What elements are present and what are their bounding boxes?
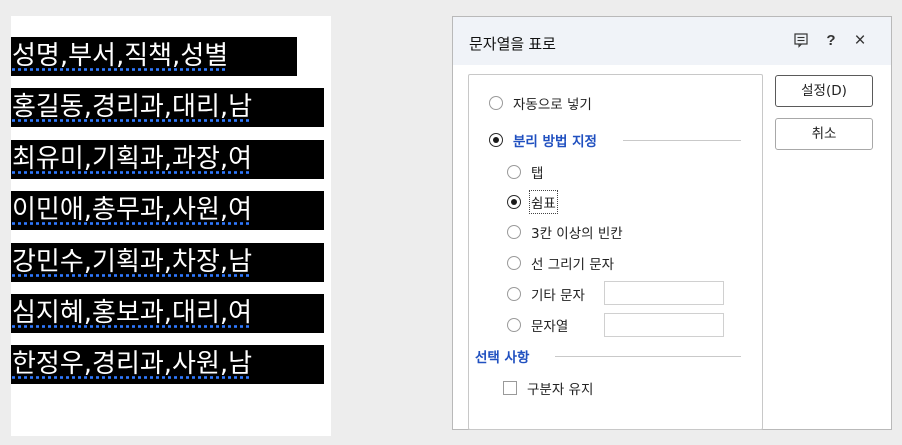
string-input[interactable]: [604, 313, 724, 337]
other-char-radio[interactable]: [507, 287, 521, 301]
tab-radio[interactable]: [507, 165, 521, 179]
document-line[interactable]: 심지혜,홍보과,대리,여: [11, 294, 324, 333]
other-char-option[interactable]: 기타 문자: [507, 284, 585, 304]
string-option[interactable]: 문자열: [507, 315, 568, 335]
spaces-radio[interactable]: [507, 225, 521, 239]
memo-icon[interactable]: [792, 32, 810, 50]
other-char-input[interactable]: [604, 281, 724, 305]
document-line-text: 홍길동,경리과,대리,남: [12, 92, 253, 122]
dialog-titlebar: 문자열을 표로 ? ×: [453, 17, 891, 65]
line-char-radio[interactable]: [507, 256, 521, 270]
document-line[interactable]: 성명,부서,직책,성별: [11, 37, 297, 76]
choices-section-header: 선택 사항: [475, 346, 529, 366]
auto-fill-label: 자동으로 넣기: [513, 97, 592, 113]
cancel-button[interactable]: 취소: [775, 118, 873, 150]
choices-section-label: 선택 사항: [475, 350, 530, 366]
document-line-text: 한정우,경리과,사원,남: [12, 349, 253, 379]
separator-section-label: 분리 방법 지정: [513, 134, 597, 150]
auto-fill-option[interactable]: 자동으로 넣기: [489, 93, 592, 113]
spaces-option[interactable]: 3칸 이상의 빈칸: [507, 222, 623, 242]
document-line[interactable]: 한정우,경리과,사원,남: [11, 345, 324, 384]
separator-section-option[interactable]: 분리 방법 지정: [489, 130, 597, 150]
document-line[interactable]: 강민수,기획과,차장,남: [11, 243, 324, 282]
document-line-text: 최유미,기획과,과장,여: [12, 144, 253, 174]
separator-section-radio[interactable]: [489, 133, 503, 147]
document-line[interactable]: 최유미,기획과,과장,여: [11, 140, 324, 179]
document-line-text: 이민애,총무과,사원,여: [12, 195, 253, 225]
keep-separator-label: 구분자 유지: [527, 382, 594, 398]
spaces-label: 3칸 이상의 빈칸: [531, 226, 623, 242]
document-line-text: 성명,부서,직책,성별: [12, 41, 229, 71]
document-line[interactable]: 홍길동,경리과,대리,남: [11, 88, 324, 127]
separator-section-rule: [623, 140, 741, 141]
string-radio[interactable]: [507, 318, 521, 332]
string-label: 문자열: [531, 319, 569, 335]
document-line-text: 강민수,기획과,차장,남: [12, 247, 253, 277]
choices-section-rule: [555, 356, 741, 357]
ok-button[interactable]: 설정(D): [775, 75, 873, 107]
line-char-label: 선 그리기 문자: [531, 257, 615, 273]
line-char-option[interactable]: 선 그리기 문자: [507, 253, 614, 273]
tab-option[interactable]: 탭: [507, 162, 543, 182]
auto-fill-radio[interactable]: [489, 96, 503, 110]
document-line-text: 심지혜,홍보과,대리,여: [12, 298, 253, 328]
comma-option[interactable]: 쉼표: [507, 190, 558, 214]
dialog-title: 문자열을 표로: [469, 36, 556, 53]
comma-label: 쉼표: [529, 190, 558, 214]
tab-label: 탭: [531, 166, 544, 182]
keep-separator-checkbox[interactable]: [503, 381, 517, 395]
options-frame: [468, 74, 763, 430]
close-icon[interactable]: ×: [851, 31, 869, 50]
comma-radio[interactable]: [507, 195, 521, 209]
help-icon[interactable]: ?: [822, 32, 840, 50]
text-to-table-dialog: 문자열을 표로 ? × 자동으로 넣기 분리 방법 지정 탭 쉼표 3칸 이상의: [452, 16, 892, 430]
keep-separator-option[interactable]: 구분자 유지: [503, 378, 593, 398]
other-char-label: 기타 문자: [531, 288, 585, 304]
document-line[interactable]: 이민애,총무과,사원,여: [11, 191, 324, 230]
